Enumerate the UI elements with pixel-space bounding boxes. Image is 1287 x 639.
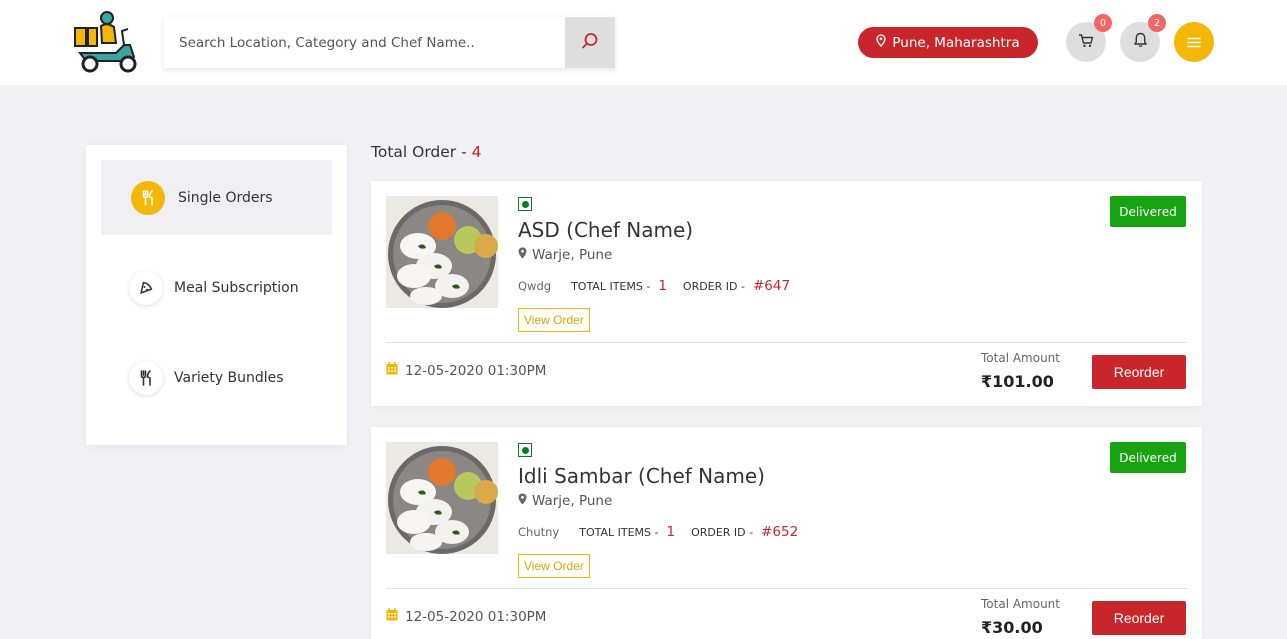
sidebar-item-label: Single Orders (178, 189, 273, 206)
orders-sidebar: Single Orders Meal Subscription Variety … (86, 145, 347, 445)
sidebar-item-label: Variety Bundles (174, 369, 284, 386)
view-order-button[interactable]: View Order (518, 554, 590, 578)
notifications-button[interactable]: 2 (1120, 14, 1166, 62)
total-order-count: 4 (471, 143, 482, 161)
total-amount-value: ₹30.00 (981, 618, 1043, 637)
chef-name: ASD (Chef Name) (518, 218, 694, 242)
total-order-heading: Total Order - 4 (371, 143, 482, 161)
order-card: ASD (Chef Name) Warje, Pune Qwdg TOTAL I… (371, 181, 1202, 406)
order-card: Idli Sambar (Chef Name) Warje, Pune Chut… (371, 427, 1202, 639)
map-marker-icon (518, 247, 527, 263)
veg-indicator-icon (518, 197, 532, 211)
notification-count-badge: 2 (1148, 14, 1166, 32)
total-items-value: 1 (658, 278, 667, 294)
card-divider (386, 588, 1187, 589)
reorder-button[interactable]: Reorder (1092, 601, 1186, 635)
total-amount-label: Total Amount (981, 597, 1060, 611)
calendar-icon (386, 608, 398, 625)
order-id-label: ORDER ID - (682, 280, 745, 293)
order-location: Warje, Pune (518, 493, 612, 509)
order-date: 12-05-2020 01:30PM (386, 362, 546, 379)
hamburger-icon (1187, 33, 1201, 52)
sidebar-item-single-orders[interactable]: Single Orders (101, 160, 332, 235)
status-badge: Delivered (1110, 196, 1186, 227)
cart-count-badge: 0 (1094, 14, 1112, 32)
sidebar-item-meal-subscription[interactable]: Meal Subscription (101, 250, 332, 325)
fork-knife-icon (131, 180, 165, 215)
sidebar-item-variety-bundles[interactable]: Variety Bundles (101, 340, 332, 415)
food-image (386, 196, 498, 308)
location-selector[interactable]: Pune, Maharashtra (858, 27, 1038, 58)
map-marker-icon (518, 493, 527, 509)
utensils-icon (129, 360, 163, 395)
food-image (386, 442, 498, 554)
status-badge: Delivered (1110, 442, 1186, 473)
order-location: Warje, Pune (518, 247, 612, 263)
search-bar (164, 17, 615, 68)
dish-name: Chutny (518, 525, 560, 539)
order-meta: Qwdg TOTAL ITEMS - 1 ORDER ID - #647 (518, 278, 806, 294)
total-order-label: Total Order - (371, 143, 467, 161)
search-input[interactable] (164, 17, 565, 68)
total-items-label: TOTAL ITEMS - (579, 526, 659, 539)
total-items-value: 1 (666, 524, 676, 540)
calendar-icon (386, 362, 398, 379)
top-header: Pune, Maharashtra 0 2 (0, 0, 1287, 85)
view-order-button[interactable]: View Order (518, 308, 590, 332)
pizza-icon (129, 270, 163, 305)
order-date-text: 12-05-2020 01:30PM (405, 362, 547, 379)
location-text: Warje, Pune (532, 247, 613, 263)
order-date-text: 12-05-2020 01:30PM (405, 608, 547, 625)
order-id-value: #647 (752, 278, 791, 294)
location-text: Warje, Pune (532, 493, 613, 509)
chef-name: Idli Sambar (Chef Name) (518, 464, 765, 488)
search-button[interactable] (565, 17, 615, 68)
sidebar-item-label: Meal Subscription (174, 279, 299, 296)
bell-icon (1133, 32, 1148, 52)
reorder-button[interactable]: Reorder (1092, 355, 1186, 389)
search-icon (581, 32, 599, 54)
cart-icon (1078, 33, 1094, 52)
total-amount-label: Total Amount (981, 351, 1060, 365)
map-pin-icon (876, 34, 887, 51)
order-date: 12-05-2020 01:30PM (386, 608, 546, 625)
order-meta: Chutny TOTAL ITEMS - 1 ORDER ID - #652 (518, 524, 814, 540)
veg-indicator-icon (518, 443, 532, 457)
dish-name: Qwdg (518, 279, 552, 293)
order-id-value: #652 (761, 524, 799, 540)
cart-button[interactable]: 0 (1066, 14, 1112, 62)
card-divider (386, 342, 1187, 343)
total-items-label: TOTAL ITEMS - (571, 280, 651, 293)
order-id-label: ORDER ID - (691, 526, 754, 539)
location-label: Pune, Maharashtra (892, 34, 1020, 51)
delivery-scooter-logo[interactable] (72, 9, 142, 73)
menu-button[interactable] (1174, 22, 1214, 62)
total-amount-value: ₹101.00 (981, 372, 1054, 391)
